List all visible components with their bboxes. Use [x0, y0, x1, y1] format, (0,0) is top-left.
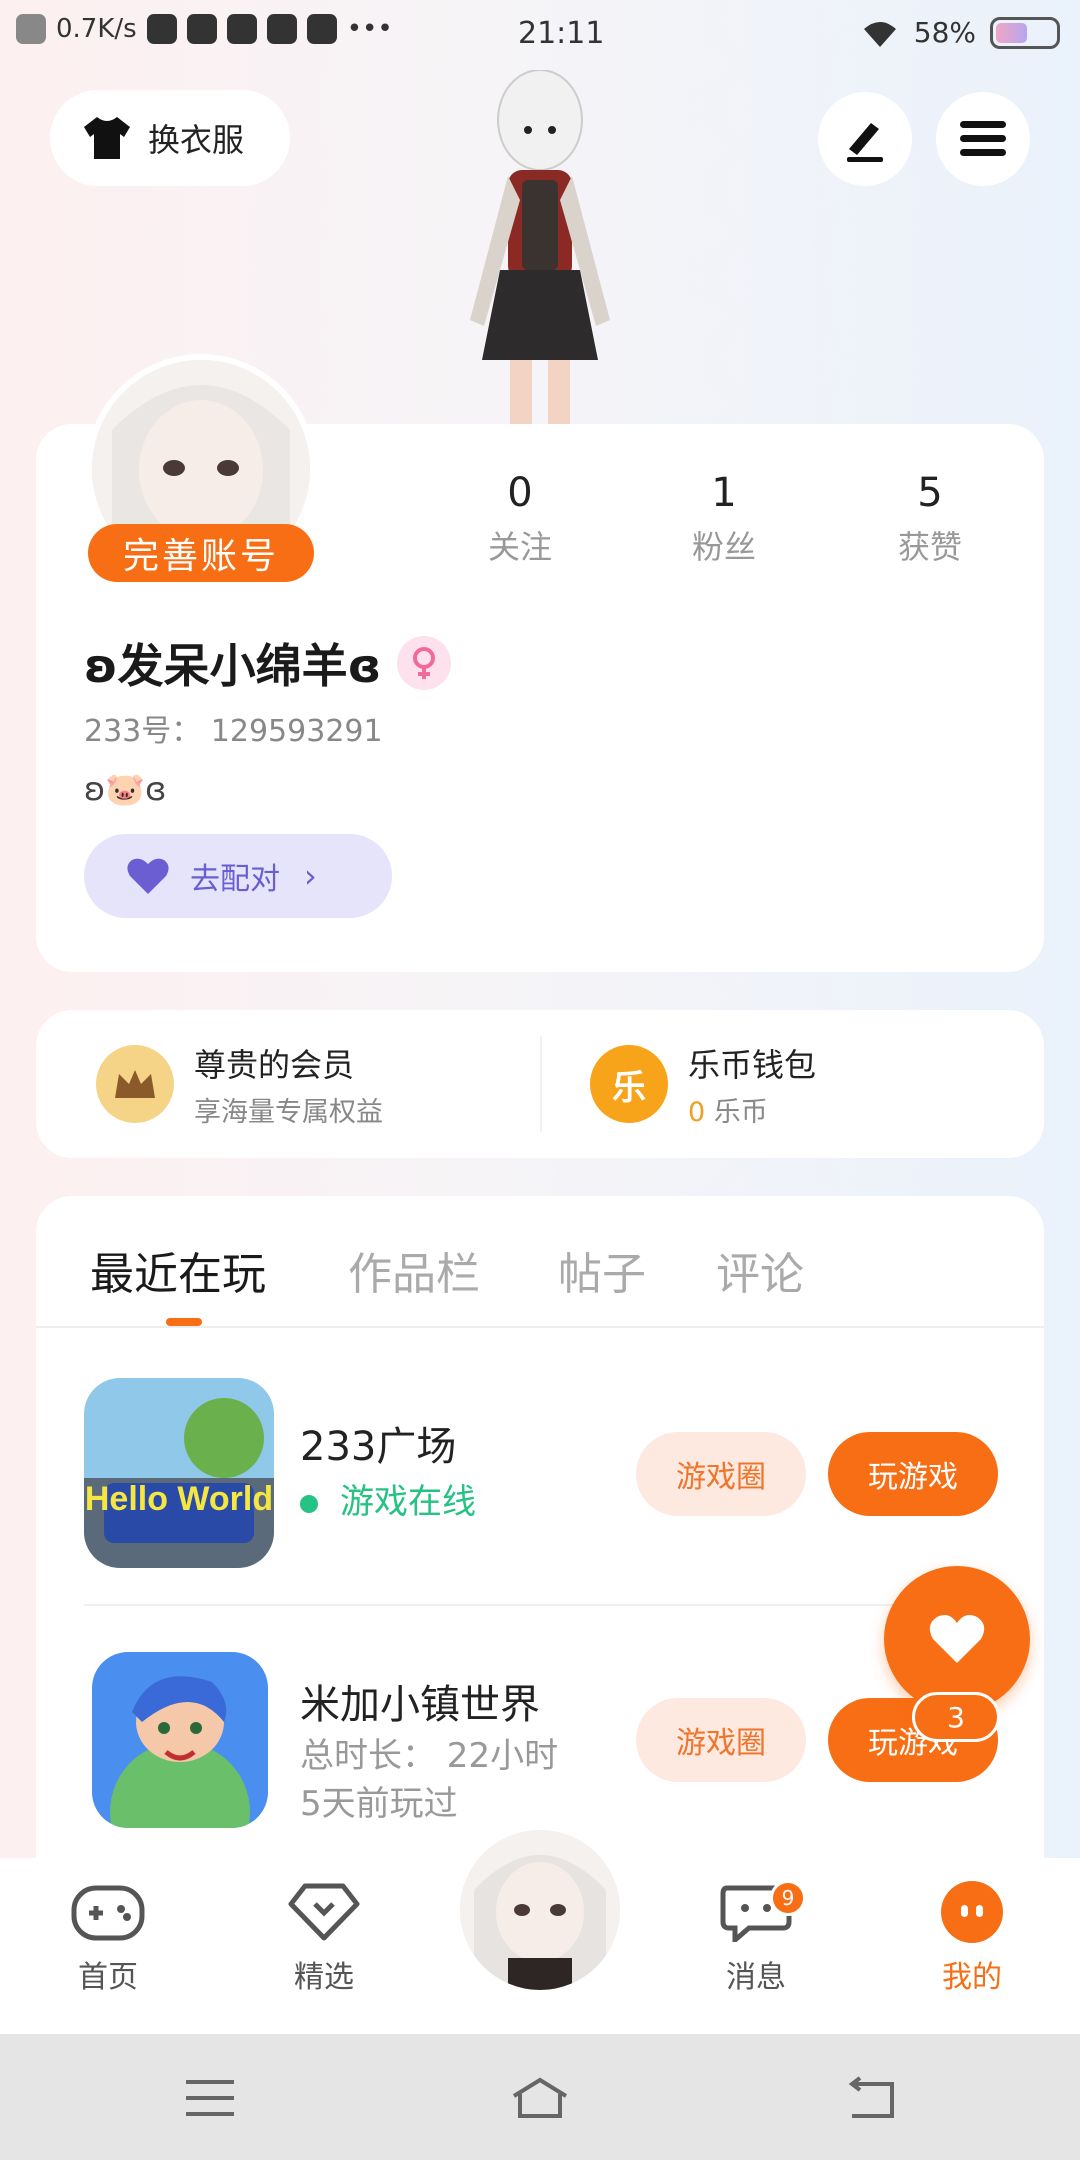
clock: 21:11: [518, 16, 605, 51]
tab-recently-played[interactable]: 最近在玩: [90, 1238, 266, 1302]
go-pair-button[interactable]: 去配对 ›: [84, 834, 392, 918]
heart-icon: [929, 1615, 985, 1663]
wallet-title: 乐币钱包: [688, 1045, 817, 1084]
play-game-button[interactable]: 玩游戏: [828, 1432, 998, 1516]
pinwheel-icon: [186, 14, 217, 44]
game-name: 233广场: [300, 1424, 457, 1470]
nav-home[interactable]: 首页: [38, 1880, 178, 1996]
crown-icon: [96, 1045, 174, 1123]
membership-wallet-card: 尊贵的会员 享海量专属权益 乐 乐币钱包 0 乐币: [36, 1010, 1044, 1158]
tab-posts[interactable]: 帖子: [558, 1238, 646, 1302]
status-right: 58%: [860, 16, 1060, 49]
nav-messages-label: 消息: [726, 1960, 786, 1995]
battery-percent: 58%: [913, 16, 976, 49]
wallet-entry[interactable]: 乐 乐币钱包 0 乐币: [590, 1010, 816, 1158]
fans-stat[interactable]: 1 粉丝: [644, 470, 804, 568]
nickname-row: ʚ发呆小绵羊ɞ: [84, 630, 452, 696]
membership-subtitle: 享海量专属权益: [194, 1096, 383, 1128]
change-outfit-label: 换衣服: [148, 121, 245, 159]
nav-profile-label: 我的: [942, 1960, 1002, 1995]
nav-center-avatar[interactable]: [456, 1826, 624, 1994]
divider: [540, 1036, 542, 1132]
following-stat[interactable]: 0 关注: [440, 470, 600, 568]
nav-home-label: 首页: [78, 1960, 138, 1995]
game-circle-button[interactable]: 游戏圈: [636, 1432, 806, 1516]
online-dot-icon: [300, 1494, 318, 1513]
signature: ʚ🐷ɞ: [84, 770, 167, 808]
tab-comments[interactable]: 评论: [716, 1238, 804, 1302]
tshirt-icon: [84, 117, 130, 159]
menu-button[interactable]: [936, 92, 1030, 186]
status-left: 0.7K/s •••: [16, 14, 393, 44]
edit-profile-button[interactable]: [818, 92, 912, 186]
tab-works[interactable]: 作品栏: [348, 1238, 480, 1302]
game-last-played: 5天前玩过: [300, 1784, 458, 1824]
game-name: 米加小镇世界: [300, 1682, 540, 1728]
game-playtime: 总时长： 22小时: [300, 1736, 559, 1776]
profile-face-icon: [935, 1880, 1009, 1944]
chevron-right-icon: ›: [304, 857, 317, 895]
game-icon-233-plaza[interactable]: Hello World: [84, 1378, 274, 1568]
more-icon: •••: [346, 14, 393, 44]
game-icon-miga-town[interactable]: [92, 1652, 268, 1828]
likes-label: 获赞: [897, 528, 962, 566]
game-circle-button[interactable]: 游戏圈: [636, 1698, 806, 1782]
go-pair-label: 去配对: [190, 862, 280, 897]
cat-icon: [226, 14, 257, 44]
heart-icon: [127, 858, 169, 894]
nav-featured-label: 精选: [294, 1960, 354, 1995]
le-coin-icon: 乐: [590, 1045, 668, 1123]
edit-pen-icon: [847, 123, 883, 162]
game-online-status: 游戏在线: [300, 1474, 476, 1523]
membership-entry[interactable]: 尊贵的会员 享海量专属权益: [96, 1010, 383, 1158]
floating-count-badge: 3: [912, 1692, 1000, 1742]
recent-apps-icon[interactable]: [180, 2074, 240, 2122]
wifi-icon: [863, 21, 896, 47]
online-status-label: 游戏在线: [340, 1482, 476, 1522]
active-tab-indicator: [166, 1318, 202, 1326]
game-icon-text: Hello World: [85, 1480, 273, 1518]
divider: [84, 1604, 996, 1606]
nav-profile[interactable]: 我的: [902, 1880, 1042, 1996]
divider: [36, 1326, 1044, 1328]
avatar-character-figure[interactable]: [430, 70, 650, 430]
membership-title: 尊贵的会员: [194, 1045, 355, 1084]
nickname: ʚ发呆小绵羊ɞ: [84, 639, 382, 693]
following-count: 0: [507, 470, 533, 516]
floating-like-button[interactable]: [884, 1566, 1030, 1712]
female-gender-icon: [397, 636, 452, 690]
complete-account-button[interactable]: 完善账号: [88, 524, 314, 582]
system-nav-bar: [0, 2034, 1080, 2160]
menu-icon: [960, 121, 1006, 156]
heart-diamond-icon: [287, 1880, 361, 1944]
status-bar: 0.7K/s ••• 21:11 58%: [0, 0, 1080, 70]
wallet-unit: 乐币: [713, 1096, 768, 1128]
nav-featured[interactable]: 精选: [254, 1880, 394, 1996]
messages-badge: 9: [770, 1880, 806, 1916]
battery-icon: [990, 16, 1060, 49]
fans-count: 1: [711, 470, 737, 516]
following-label: 关注: [487, 528, 552, 566]
likes-stat[interactable]: 5 获赞: [850, 470, 1010, 568]
home-icon[interactable]: [510, 2074, 570, 2122]
back-icon[interactable]: [840, 2074, 900, 2122]
crown-icon: [266, 14, 297, 44]
gamepad-icon: [71, 1880, 145, 1944]
fans-label: 粉丝: [691, 528, 756, 566]
change-outfit-button[interactable]: 换衣服: [50, 90, 290, 186]
close-notification-icon: [16, 14, 46, 44]
crown-icon: [306, 14, 337, 44]
user-id: 233号： 129593291: [84, 714, 383, 749]
wallet-amount: 0: [688, 1096, 706, 1128]
mail-icon: [146, 14, 177, 44]
likes-count: 5: [917, 470, 943, 516]
avatar-face-image: [460, 1830, 620, 1990]
list-item[interactable]: Hello World 233广场 游戏在线 游戏圈 玩游戏: [36, 1378, 1044, 1628]
network-speed: 0.7K/s: [56, 14, 137, 44]
